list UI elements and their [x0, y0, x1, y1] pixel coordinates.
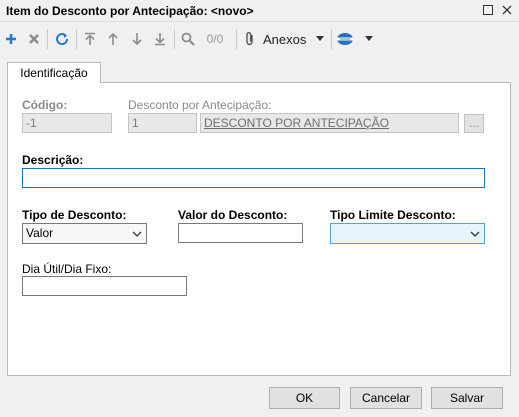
tab-identificacao[interactable]: Identificação: [7, 62, 101, 83]
chevron-down-icon: [365, 36, 373, 41]
codigo-label: Código:: [22, 98, 68, 112]
refresh-icon[interactable]: [52, 27, 72, 51]
toolbar-separator: [47, 29, 48, 49]
lookup-button[interactable]: ...: [464, 114, 484, 133]
toolbar: 0/0 Anexos: [0, 24, 519, 54]
attachments-label: Anexos: [263, 31, 307, 47]
toolbar-separator: [236, 29, 237, 49]
first-record-icon[interactable]: [81, 27, 99, 51]
window-title: Item do Desconto por Antecipação: <novo>: [6, 4, 254, 18]
codigo-field: -1: [22, 113, 112, 133]
previous-record-icon[interactable]: [104, 27, 122, 51]
dia-util-input[interactable]: [22, 276, 187, 296]
tipo-limite-select[interactable]: [330, 223, 485, 244]
tipo-limite-label: Tipo Limite Desconto:: [330, 208, 456, 222]
chevron-down-icon: [132, 231, 142, 237]
dia-util-label: Dia Útil/Dia Fixo:: [22, 262, 112, 276]
add-icon[interactable]: [2, 27, 20, 51]
delete-icon[interactable]: [25, 27, 43, 51]
last-record-icon[interactable]: [151, 27, 169, 51]
toolbar-separator: [331, 29, 332, 49]
tipo-desconto-label: Tipo de Desconto:: [22, 208, 127, 222]
desconto-antecipacao-description-field: DESCONTO POR ANTECIPAÇÃO: [200, 113, 459, 133]
valor-desconto-input[interactable]: [178, 223, 303, 243]
tipo-desconto-select[interactable]: Valor: [22, 223, 147, 244]
chevron-down-icon: [470, 231, 480, 237]
search-icon[interactable]: [179, 27, 197, 51]
descricao-label: Descrição:: [22, 153, 84, 167]
record-counter: 0/0: [206, 32, 224, 46]
window-titlebar: Item do Desconto por Antecipação: <novo>: [0, 0, 519, 22]
next-record-icon[interactable]: [128, 27, 146, 51]
chevron-down-icon: [316, 36, 325, 41]
ok-button[interactable]: OK: [269, 387, 340, 409]
cancel-button[interactable]: Cancelar: [350, 387, 422, 409]
toolbar-separator: [76, 29, 77, 49]
desconto-antecipacao-label: Desconto por Antecipação:: [128, 98, 272, 112]
attachments-button[interactable]: Anexos: [244, 27, 328, 51]
valor-desconto-label: Valor do Desconto:: [178, 208, 288, 222]
close-icon[interactable]: [499, 2, 515, 18]
save-button[interactable]: Salvar: [431, 387, 503, 409]
web-button[interactable]: [336, 27, 376, 51]
tipo-desconto-value: Valor: [26, 226, 54, 240]
restore-icon[interactable]: [480, 2, 496, 18]
toolbar-separator: [174, 29, 175, 49]
desconto-antecipacao-code-field: 1: [128, 113, 197, 133]
descricao-input[interactable]: [22, 168, 485, 188]
paperclip-icon: [246, 32, 253, 46]
globe-icon: [337, 33, 353, 45]
